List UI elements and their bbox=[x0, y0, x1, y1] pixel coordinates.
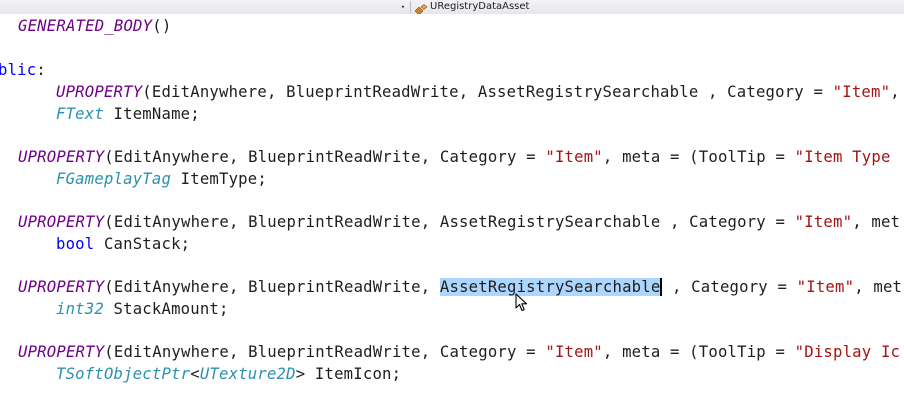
string-token: "Item" bbox=[545, 343, 603, 361]
type-token: FText bbox=[56, 105, 104, 123]
keyword-token: bool bbox=[56, 235, 95, 253]
code-token: > ItemIcon; bbox=[295, 365, 402, 383]
type-token: FGameplayTag bbox=[56, 170, 172, 188]
navigation-bar: ▾ URegistryDataAsset bbox=[0, 0, 904, 16]
class-icon bbox=[414, 1, 428, 16]
class-name-dropdown[interactable]: URegistryDataAsset bbox=[430, 0, 529, 13]
code-line-uproperty-itemname: UPROPERTY(EditAnywhere, BlueprintReadWri… bbox=[56, 82, 900, 102]
code-token: < bbox=[190, 365, 200, 383]
code-line-uproperty-stackamount: UPROPERTY(EditAnywhere, BlueprintReadWri… bbox=[18, 277, 902, 297]
code-line-uproperty-itemtype: UPROPERTY(EditAnywhere, BlueprintReadWri… bbox=[18, 147, 891, 167]
code-line-uproperty-itemicon: UPROPERTY(EditAnywhere, BlueprintReadWri… bbox=[18, 342, 900, 362]
macro-token: UPROPERTY bbox=[18, 148, 105, 166]
code-token: () bbox=[152, 17, 172, 35]
code-token: CanStack; bbox=[94, 235, 191, 253]
macro-token: UPROPERTY bbox=[18, 278, 105, 296]
chevron-down-icon[interactable]: ▾ bbox=[398, 2, 408, 12]
code-line-itemicon-decl: TSoftObjectPtr<UTexture2D> ItemIcon; bbox=[56, 364, 401, 384]
string-token: "Item" bbox=[794, 213, 853, 231]
code-token: , met bbox=[854, 278, 903, 296]
code-line-stackamount-decl: int32 StackAmount; bbox=[56, 299, 229, 319]
string-token: "Display Ic bbox=[794, 343, 901, 361]
code-editor[interactable]: GENERATED_BODY() blic: UPROPERTY(EditAny… bbox=[0, 14, 904, 398]
macro-token: GENERATED_BODY bbox=[18, 17, 153, 35]
string-token: "Item" bbox=[545, 148, 603, 166]
code-line-itemname-decl: FText ItemName; bbox=[56, 104, 200, 124]
code-token: , meta = (ToolTip = bbox=[602, 343, 795, 361]
code-token: , met bbox=[852, 213, 901, 231]
type-token: TSoftObjectPtr bbox=[56, 365, 191, 383]
code-token: , meta = (ToolTip = bbox=[602, 148, 795, 166]
code-token: (EditAnywhere, BlueprintReadWrite, Categ… bbox=[104, 343, 546, 361]
type-token: UTexture2D bbox=[199, 365, 296, 383]
type-token: int32 bbox=[56, 300, 104, 318]
string-token: "Item" bbox=[796, 278, 855, 296]
keyword-token: blic bbox=[0, 61, 37, 79]
string-token: "Item Type bbox=[794, 148, 891, 166]
code-token: , Category = bbox=[662, 278, 797, 296]
macro-token: UPROPERTY bbox=[18, 213, 105, 231]
macro-token: UPROPERTY bbox=[18, 343, 105, 361]
code-line-itemtype-decl: FGameplayTag ItemType; bbox=[56, 169, 267, 189]
mouse-pointer-icon bbox=[515, 293, 529, 313]
selected-text[interactable]: AssetRegistrySearchable bbox=[439, 278, 663, 296]
code-token: StackAmount; bbox=[103, 300, 229, 318]
code-token: ItemName; bbox=[103, 105, 200, 123]
code-line-generated-body: GENERATED_BODY() bbox=[18, 16, 171, 36]
code-line-access-specifier: blic: bbox=[0, 60, 46, 80]
macro-token: UPROPERTY bbox=[56, 83, 143, 101]
code-line-canstack-decl: bool CanStack; bbox=[56, 234, 190, 254]
code-token: , bbox=[890, 83, 900, 101]
string-token: "Item" bbox=[832, 83, 891, 101]
code-token: (EditAnywhere, BlueprintReadWrite, bbox=[104, 278, 440, 296]
code-line-uproperty-canstack: UPROPERTY(EditAnywhere, BlueprintReadWri… bbox=[18, 212, 900, 232]
code-token: (EditAnywhere, BlueprintReadWrite, Asset… bbox=[142, 83, 833, 101]
navbar-divider bbox=[410, 1, 411, 13]
code-token: (EditAnywhere, BlueprintReadWrite, Asset… bbox=[104, 213, 795, 231]
code-token: ItemType; bbox=[171, 170, 267, 188]
code-token: (EditAnywhere, BlueprintReadWrite, Categ… bbox=[104, 148, 546, 166]
code-token: : bbox=[36, 61, 46, 79]
